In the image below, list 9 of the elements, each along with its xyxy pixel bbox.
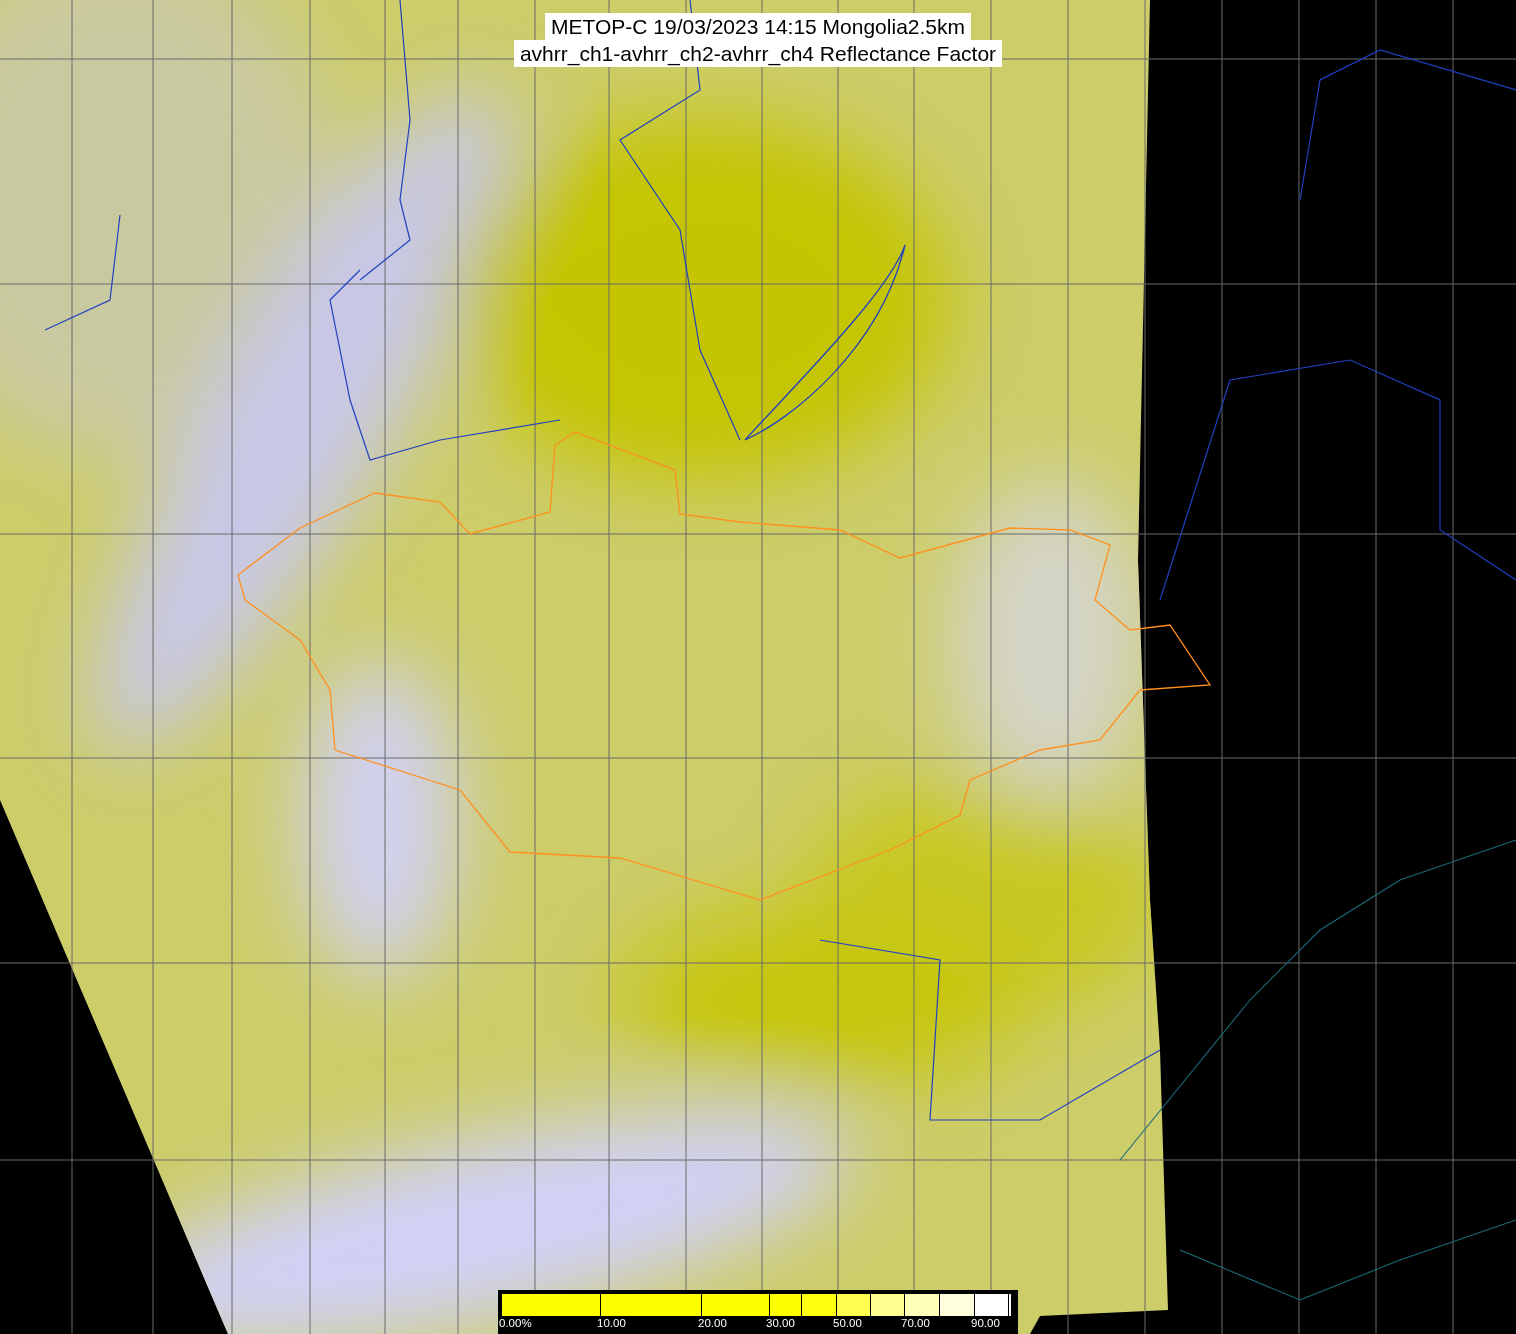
scale-label: 90.00 — [971, 1316, 1000, 1330]
map-title: METOP-C 19/03/2023 14:15 Mongolia2.5km — [545, 13, 971, 40]
map-subtitle: avhrr_ch1-avhrr_ch2-avhrr_ch4 Reflectance Factor — [513, 40, 1003, 67]
scale-label: 20.00 — [698, 1316, 727, 1330]
scale-label: 50.00 — [833, 1316, 862, 1330]
scale-label: 0.00% — [499, 1316, 532, 1330]
scale-label: 10.00 — [597, 1316, 626, 1330]
scale-label: 30.00 — [766, 1316, 795, 1330]
scale-label: 70.00 — [901, 1316, 930, 1330]
